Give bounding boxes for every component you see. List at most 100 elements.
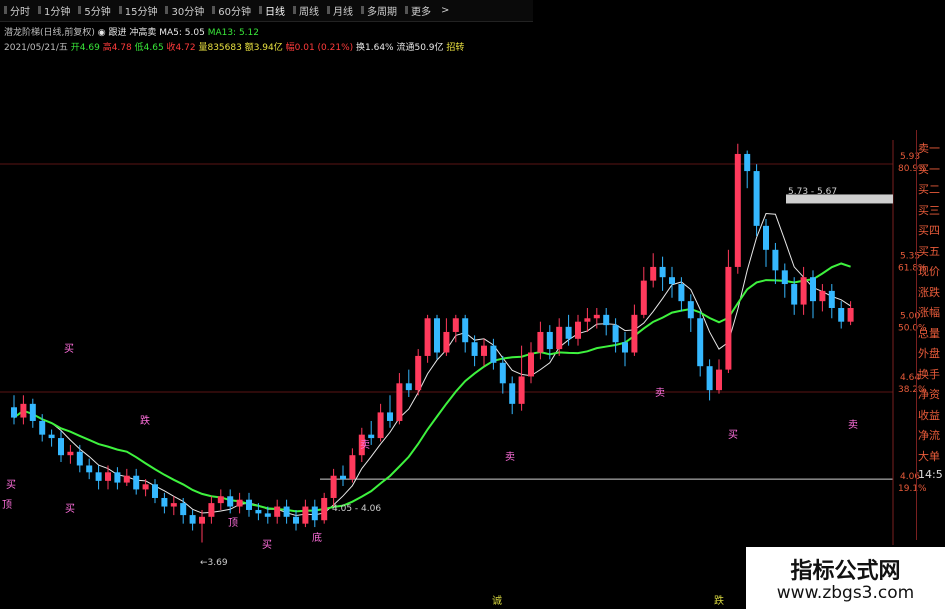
candle-body [58,438,64,456]
side-panel-label: 外盘 [918,347,940,360]
candle-body [546,331,553,350]
candle-body [800,277,807,305]
side-panel-label: 买三 [918,203,940,217]
candle-body [424,318,431,356]
candle-body [133,475,140,490]
candle-body [565,326,572,339]
candle-body [640,280,647,315]
candle-body [86,465,93,473]
candle-body [838,308,845,322]
side-panel-label: 净资 [918,388,940,401]
candle-body [227,496,234,507]
side-panel-label: 买五 [918,244,940,258]
candle-body [67,451,74,456]
ma5-line [13,212,851,516]
candle-body [246,499,252,510]
bottom-marker: 跌 [714,594,724,607]
candle-body [20,403,27,418]
signal-marker: 卖 [848,419,858,431]
signal-marker: 买 [262,539,272,551]
candle-body [302,506,309,524]
candle-body [847,308,854,322]
kline-chart[interactable]: 5.9380.9%5.3561.8%5.0050.0%4.6438.2%4.06… [0,0,945,609]
candle-body [584,318,591,322]
candle-body [452,318,459,332]
candle-body [828,290,835,308]
side-panel-label: 涨幅 [918,306,940,319]
candle-body [349,455,356,480]
price-axis-separator [916,130,917,540]
signal-marker: 买 [6,479,16,491]
candle-body [556,326,563,350]
watermark-url: www.zbgs3.com [776,583,915,603]
candle-body [105,472,111,481]
candle-body [283,506,290,517]
candle-body [189,515,196,524]
candle-body [142,484,149,490]
candle-body [518,376,525,404]
watermark-title: 指标公式网 [790,559,901,584]
side-panel-label: 现价 [918,265,940,278]
candle-body [377,412,384,439]
watermark-logo: 指标公式网 www.zbgs3.com [746,547,945,609]
candle-body [39,420,46,435]
candle-body [650,266,657,281]
side-panel-label: 收益 [918,408,940,422]
signal-marker: 顶 [2,499,12,511]
candle-body [180,503,187,516]
candle-body [152,484,158,498]
signal-marker: 卖 [505,451,515,463]
candle-body [781,270,788,285]
range-low-label: 4.05 - 4.06 [332,504,381,514]
candle-body [490,345,497,363]
candle-body [311,506,318,521]
candle-body [48,434,55,439]
min-price-label: ←3.69 [200,558,228,568]
side-panel-label: 买一 [918,162,940,176]
bottom-marker: 诚 [492,595,502,607]
candle-body [763,225,769,250]
candle-body [481,345,487,356]
side-panel-label: 大单 [918,449,940,463]
candle-body [29,403,36,421]
candle-body [734,153,741,267]
side-panel-label: 换手 [918,367,940,381]
candle-body [631,314,638,353]
candle-body [772,249,779,271]
side-panel-label: 卖一 [918,142,940,155]
candle-body [753,171,760,226]
candle-body [434,318,440,353]
candle-body [678,284,685,302]
candle-body [387,412,393,421]
candle-body [274,506,281,517]
candle-body [217,496,224,504]
candle-body [236,499,243,507]
candle-body [396,383,403,421]
candle-body [208,503,215,517]
side-panel-label: 净流 [918,429,940,442]
candle-body [264,513,271,517]
candle-body [330,475,337,498]
ma13-line [13,262,851,513]
candle-body [368,434,375,439]
candle-body [509,383,516,404]
candle-body [659,266,666,278]
signal-marker: 买 [65,503,75,515]
signal-marker: 底 [312,531,322,544]
quote-side-panel: 卖一 买一 买二 买三 买四 买五 现价 涨跌 涨幅 总量 外盘 换手 净资 收益 净流 大单 14:5 [918,140,945,520]
signal-marker: 买 [64,343,74,355]
candle-body [161,497,168,507]
candle-body [537,331,544,353]
candle-body [697,318,704,367]
side-panel-label: 买二 [918,183,940,196]
candle-body [123,475,130,483]
candle-body [612,325,619,343]
candle-body [114,472,121,483]
candle-body [170,503,177,507]
candle-body [76,451,83,466]
signal-marker: 顶 [228,517,238,529]
candle-body [528,352,534,377]
candle-body [321,497,328,521]
candle-body [255,509,262,514]
signal-marker: 跌 [140,414,150,427]
